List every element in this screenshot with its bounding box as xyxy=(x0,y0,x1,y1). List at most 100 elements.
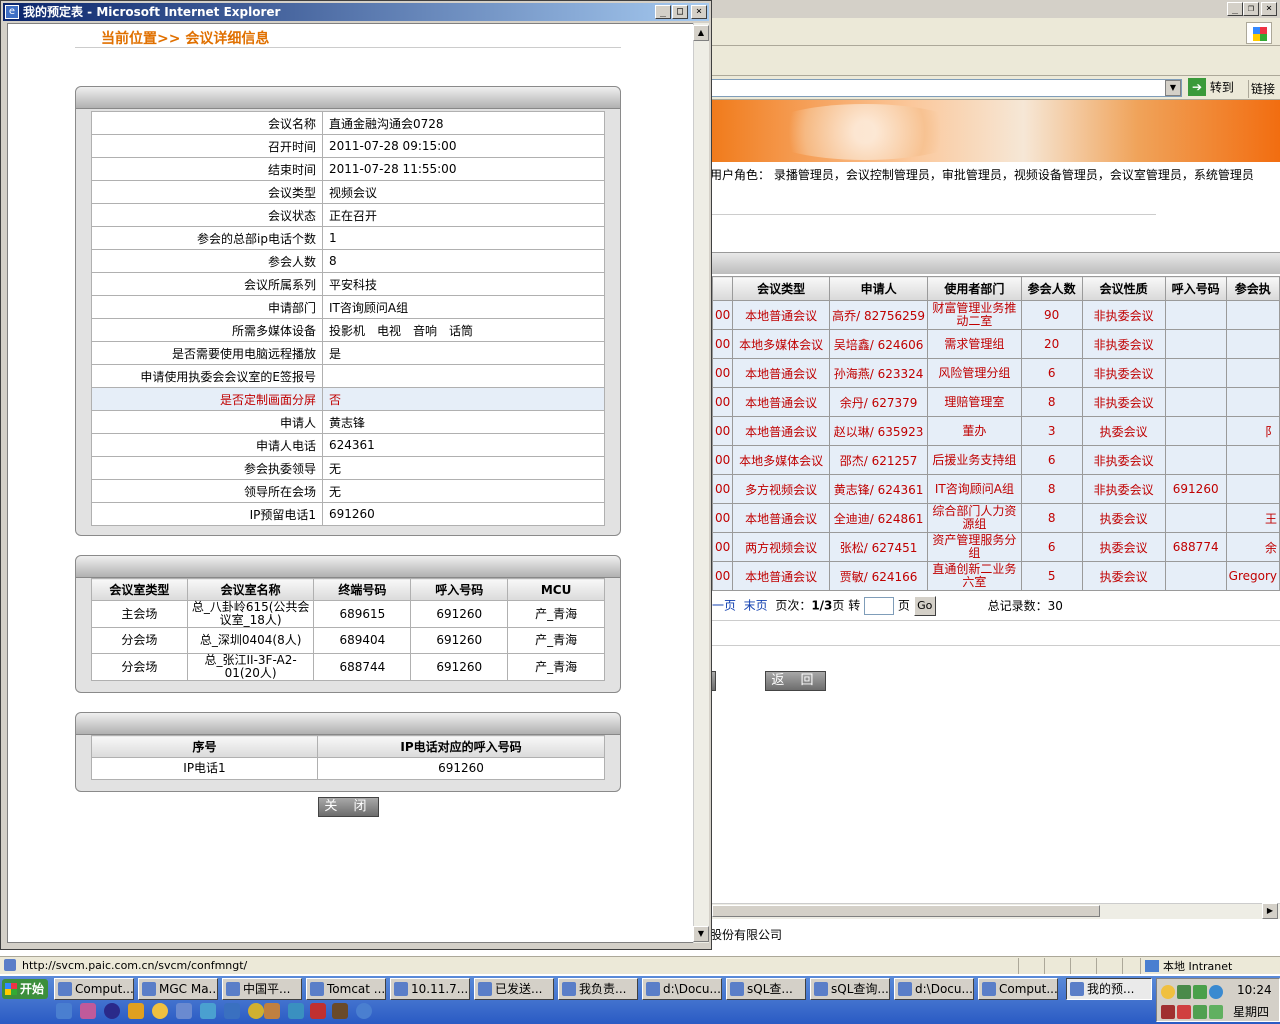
popup-close-button[interactable]: × xyxy=(691,5,707,19)
detail-label: 召开时间 xyxy=(91,134,323,158)
cell-type[interactable]: 本地普通会议 xyxy=(732,503,831,533)
taskbar-button[interactable]: 已发送... xyxy=(474,978,554,1000)
cell-applicant[interactable]: 吴培鑫/ 624606 xyxy=(829,329,929,359)
table-row[interactable]: 00 本地普通会议 余丹/ 627379 理赔管理室 8 非执委会议 xyxy=(711,387,1280,417)
table-row[interactable]: 00 本地多媒体会议 吴培鑫/ 624606 需求管理组 20 非执委会议 xyxy=(711,329,1280,359)
table-row[interactable]: 00 本地普通会议 贾敏/ 624166 直通创新二业务六室 5 执委会议 Gregory xyxy=(711,561,1280,591)
taskbar-button[interactable]: Tomcat ... xyxy=(306,978,386,1000)
tray-icon[interactable] xyxy=(1193,985,1207,999)
cell-applicant[interactable]: 邵杰/ 621257 xyxy=(829,445,929,475)
quicklaunch-app-icon[interactable] xyxy=(80,1003,96,1019)
column-header-index: 序号 xyxy=(91,735,318,758)
page-label: 页次： xyxy=(775,598,812,613)
cell-applicant[interactable]: 孙海燕/ 623324 xyxy=(829,358,929,388)
close-button[interactable]: × xyxy=(1261,2,1277,16)
cell-applicant[interactable]: 黄志锋/ 624361 xyxy=(829,474,929,504)
ie-icon: e xyxy=(5,5,19,19)
tray-icon[interactable] xyxy=(1177,985,1191,999)
minimize-button[interactable]: _ xyxy=(1227,2,1243,16)
taskbar-button[interactable]: 10.11.7... xyxy=(390,978,470,1000)
table-row[interactable]: 00 本地普通会议 赵以琳/ 635923 董办 3 执委会议 阝 xyxy=(711,416,1280,446)
prev-page-link[interactable]: 一页 xyxy=(712,599,736,613)
taskbar-button[interactable]: Comput... xyxy=(978,978,1058,1000)
tray-icon[interactable] xyxy=(1161,1005,1175,1019)
close-popup-button[interactable]: 关 闭 xyxy=(318,797,379,817)
scroll-right-icon[interactable]: ▶ xyxy=(1262,903,1278,919)
back-button[interactable]: 返 回 xyxy=(765,671,826,691)
table-row[interactable]: 00 多方视频会议 黄志锋/ 624361 IT咨询顾问A组 8 非执委会议 691260 xyxy=(711,474,1280,504)
goto-page-input[interactable] xyxy=(864,597,895,615)
horizontal-scroll-thumb[interactable] xyxy=(712,905,1100,917)
tray-icon[interactable] xyxy=(1193,1005,1207,1019)
taskbar-button[interactable]: sQL查... xyxy=(726,978,806,1000)
table-row[interactable]: 00 本地普通会议 高乔/ 82756259 财富管理业务推动二室 90 非执委会议 xyxy=(711,300,1280,330)
quicklaunch-app-icon[interactable] xyxy=(310,1003,326,1019)
cell-type[interactable]: 两方视频会议 xyxy=(732,532,831,562)
detail-row: 是否定制画面分屏否 xyxy=(91,387,605,411)
cell-applicant[interactable]: 赵以琳/ 635923 xyxy=(829,416,929,446)
taskbar-button[interactable]: MGC Ma... xyxy=(138,978,218,1000)
detail-label: 会议所属系列 xyxy=(91,272,323,296)
taskbar-button[interactable]: d:\Docu... xyxy=(642,978,722,1000)
go-button[interactable]: ➔ 转到 xyxy=(1188,78,1243,98)
quicklaunch-ie-icon[interactable] xyxy=(56,1003,72,1019)
quicklaunch-ie-icon[interactable] xyxy=(356,1003,372,1019)
detail-row: IP预留电话1 691260 xyxy=(91,502,605,526)
taskbar-button[interactable]: 我负责... xyxy=(558,978,638,1000)
popup-minimize-button[interactable]: _ xyxy=(655,5,671,19)
table-row[interactable]: 00 本地多媒体会议 邵杰/ 621257 后援业务支持组 6 非执委会议 xyxy=(711,445,1280,475)
address-input[interactable] xyxy=(710,79,1182,97)
quicklaunch-app-icon[interactable] xyxy=(200,1003,216,1019)
table-row[interactable]: 00 两方视频会议 张松/ 627451 资产管理服务分组 6 执委会议 688774 余 xyxy=(711,532,1280,562)
quicklaunch-app-icon[interactable] xyxy=(332,1003,348,1019)
table-row[interactable]: 00 本地普通会议 全迪迪/ 624861 综合部门人力资源组 8 执委会议 王 xyxy=(711,503,1280,533)
cell-type[interactable]: 本地多媒体会议 xyxy=(732,445,831,475)
quicklaunch-app-icon[interactable] xyxy=(264,1003,280,1019)
taskbar-button[interactable]: Comput... xyxy=(54,978,134,1000)
vertical-scrollbar[interactable] xyxy=(693,23,709,943)
restore-button[interactable]: ❐ xyxy=(1243,2,1259,16)
cell-type[interactable]: 本地多媒体会议 xyxy=(732,329,831,359)
popup-maximize-button[interactable]: □ xyxy=(672,5,688,19)
quicklaunch-app-icon[interactable] xyxy=(224,1003,240,1019)
quicklaunch-app-icon[interactable] xyxy=(128,1003,144,1019)
detail-value: 投影机 电视 音响 话筒 xyxy=(322,318,605,342)
column-header-dept: 使用者部门 xyxy=(927,276,1022,301)
taskbar-button[interactable]: 我的预... xyxy=(1066,978,1152,1000)
links-label[interactable]: 链接 xyxy=(1248,80,1275,98)
scroll-down-icon[interactable]: ▼ xyxy=(693,926,709,942)
goto-page-button[interactable]: Go xyxy=(913,596,936,616)
clock-time[interactable]: 10:24 xyxy=(1237,983,1272,997)
cell-type[interactable]: 本地普通会议 xyxy=(732,387,831,417)
quicklaunch-app-icon[interactable] xyxy=(152,1003,168,1019)
taskbar-button[interactable]: d:\Docu... xyxy=(894,978,974,1000)
cell-type[interactable]: 多方视频会议 xyxy=(732,474,831,504)
cell-count: 5 xyxy=(1020,561,1083,591)
taskbar-button[interactable]: sQL查询... xyxy=(810,978,890,1000)
cell-applicant[interactable]: 余丹/ 627379 xyxy=(829,387,929,417)
tray-icon[interactable] xyxy=(1177,1005,1191,1019)
tray-icon[interactable] xyxy=(1209,985,1223,999)
quicklaunch-app-icon[interactable] xyxy=(288,1003,304,1019)
cell-type[interactable]: 本地普通会议 xyxy=(732,561,831,591)
scroll-up-icon[interactable]: ▲ xyxy=(693,25,709,41)
cell-applicant[interactable]: 张松/ 627451 xyxy=(829,532,929,562)
tray-icon[interactable] xyxy=(1161,985,1175,999)
quicklaunch-app-icon[interactable] xyxy=(176,1003,192,1019)
quicklaunch-media-icon[interactable] xyxy=(104,1003,120,1019)
tray-icon[interactable] xyxy=(1209,1005,1223,1019)
cell-type[interactable]: 本地普通会议 xyxy=(732,300,831,330)
detail-label: IP预留电话1 xyxy=(91,502,323,526)
cell-applicant[interactable]: 全迪迪/ 624861 xyxy=(829,503,929,533)
cell-applicant[interactable]: 高乔/ 82756259 xyxy=(829,300,929,330)
detail-value: 无 xyxy=(322,479,605,503)
cell-type[interactable]: 本地普通会议 xyxy=(732,358,831,388)
cell-type[interactable]: 本地普通会议 xyxy=(732,416,831,446)
status-segment xyxy=(1044,958,1068,974)
cell-applicant[interactable]: 贾敏/ 624166 xyxy=(829,561,929,591)
quicklaunch-app-icon[interactable] xyxy=(248,1003,264,1019)
taskbar-button[interactable]: 中国平... xyxy=(222,978,302,1000)
address-dropdown-icon[interactable]: ▼ xyxy=(1165,80,1181,96)
last-page-link[interactable]: 末页 xyxy=(744,599,768,613)
table-row[interactable]: 00 本地普通会议 孙海燕/ 623324 风险管理分组 6 非执委会议 xyxy=(711,358,1280,388)
